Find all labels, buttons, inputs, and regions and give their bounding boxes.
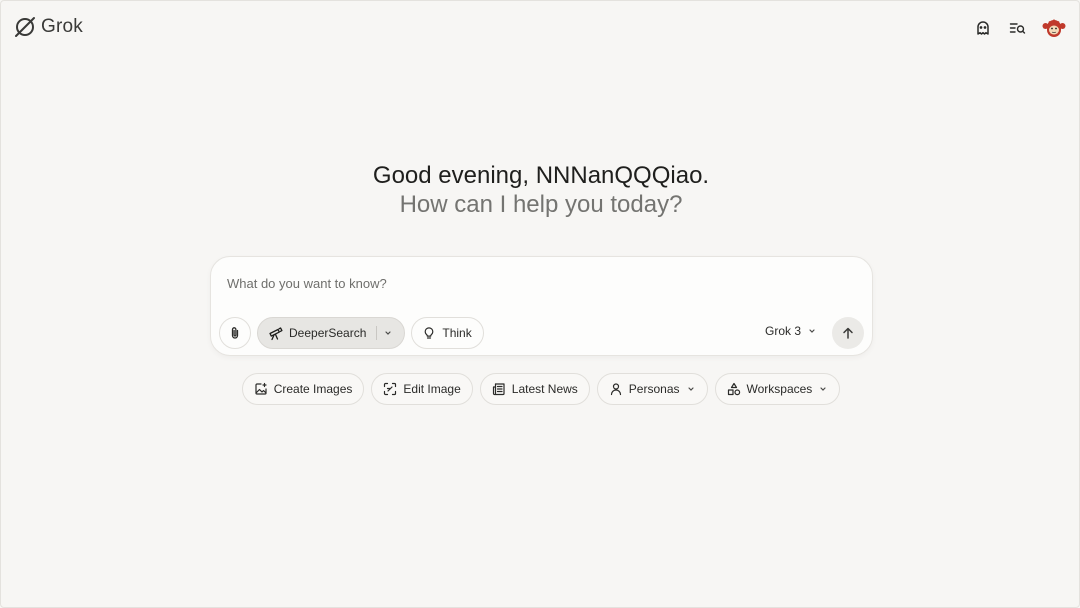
private-chat-button[interactable] xyxy=(973,16,993,40)
quick-actions: Create Images Edit Image Latest News Per… xyxy=(1,373,1080,405)
deepersearch-label: DeeperSearch xyxy=(289,326,367,340)
attach-button[interactable] xyxy=(219,317,251,349)
ghost-icon xyxy=(975,20,991,36)
prompt-input[interactable] xyxy=(227,272,827,294)
grok-logo[interactable]: Grok xyxy=(13,15,83,39)
edit-image-label: Edit Image xyxy=(403,382,461,396)
think-label: Think xyxy=(442,326,472,340)
model-selector[interactable]: Grok 3 xyxy=(765,324,817,338)
workspaces-button[interactable]: Workspaces xyxy=(714,373,841,405)
shapes-icon xyxy=(727,382,741,396)
create-images-label: Create Images xyxy=(273,382,353,396)
latest-news-button[interactable]: Latest News xyxy=(479,373,590,405)
greeting: Good evening, NNNanQQQiao. How can I hel… xyxy=(1,161,1080,220)
person-icon xyxy=(609,382,623,396)
avatar[interactable] xyxy=(1041,15,1067,41)
telescope-icon xyxy=(268,326,283,341)
chevron-down-icon xyxy=(818,384,828,394)
model-label: Grok 3 xyxy=(764,324,801,338)
composer: DeeperSearch Think Grok 3 xyxy=(210,256,873,356)
deepersearch-toggle[interactable]: DeeperSearch xyxy=(257,317,406,349)
history-button[interactable] xyxy=(1007,16,1027,40)
chevron-down-icon xyxy=(807,326,817,336)
latest-news-label: Latest News xyxy=(511,382,578,396)
personas-button[interactable]: Personas xyxy=(596,373,708,405)
paperclip-icon xyxy=(228,326,242,340)
grok-logo-icon xyxy=(13,15,37,39)
personas-label: Personas xyxy=(628,382,680,396)
greeting-subtitle: How can I help you today? xyxy=(399,191,683,218)
think-toggle[interactable]: Think xyxy=(411,317,484,349)
send-button[interactable] xyxy=(832,317,864,349)
edit-image-button[interactable]: Edit Image xyxy=(371,373,473,405)
app-window: Grok Good evening, NNNanQQQiao. How can … xyxy=(0,0,1080,608)
arrow-up-icon xyxy=(841,326,855,340)
image-sparkle-icon xyxy=(254,382,268,396)
greeting-title: Good evening, NNNanQQQiao. xyxy=(372,162,710,189)
newspaper-icon xyxy=(492,382,506,396)
chevron-down-icon[interactable] xyxy=(383,328,393,338)
app-name: Grok xyxy=(41,16,83,37)
scan-edit-icon xyxy=(383,382,397,396)
divider xyxy=(376,326,378,340)
workspaces-label: Workspaces xyxy=(746,382,813,396)
create-images-button[interactable]: Create Images xyxy=(241,373,365,405)
history-icon xyxy=(1009,20,1026,36)
lightbulb-icon xyxy=(422,326,436,340)
chevron-down-icon xyxy=(686,384,696,394)
